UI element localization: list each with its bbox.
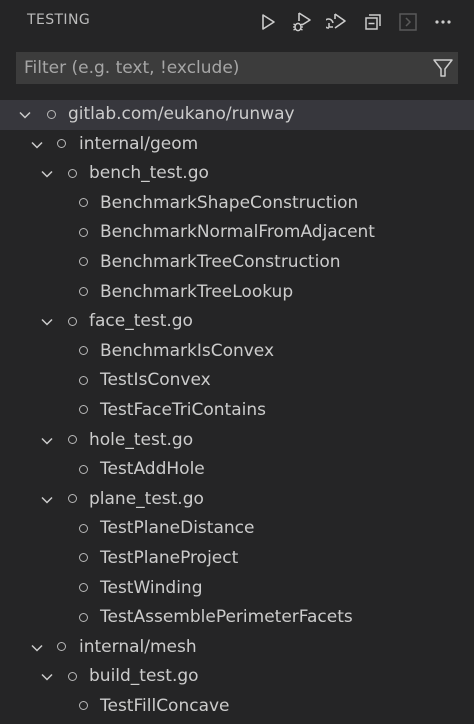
tree-item-label: build_test.go (89, 666, 199, 687)
test-status-unset-icon (57, 642, 66, 652)
tree-item-label: hole_test.go (89, 429, 194, 450)
chevron-down-icon[interactable] (30, 138, 44, 152)
run-all-icon (262, 14, 275, 30)
chevron-down-icon[interactable] (40, 434, 54, 448)
testing-panel-header: TESTING (0, 0, 474, 42)
tree-item-label: gitlab.com/eukano/runway (68, 104, 295, 124)
collapse-all-icon (365, 14, 381, 30)
tree-item-label: BenchmarkNormalFromAdjacent (100, 222, 375, 243)
debug-all-tests-button[interactable] (290, 10, 314, 34)
chevron-down-icon[interactable] (40, 493, 54, 507)
tree-group-row[interactable]: hole_test.go (0, 426, 474, 456)
tree-item-label: BenchmarkIsConvex (100, 340, 275, 361)
tree-item-label: TestPlaneProject (100, 547, 239, 568)
tree-group-row[interactable]: internal/mesh (0, 633, 474, 663)
test-status-unset-icon (68, 494, 77, 504)
show-output-button[interactable] (396, 10, 420, 34)
test-item-row[interactable]: TestPlaneProject (0, 544, 474, 574)
tree-group-row[interactable]: build_test.go (0, 662, 474, 692)
tree-group-row[interactable]: gitlab.com/eukano/runway (0, 100, 474, 130)
test-status-unset-icon (79, 553, 88, 563)
test-status-unset-icon (47, 109, 56, 119)
chevron-down-icon[interactable] (40, 167, 54, 181)
test-item-row[interactable]: TestAddHole (0, 455, 474, 485)
filter-button[interactable] (432, 57, 454, 79)
test-status-unset-icon (79, 198, 88, 208)
test-status-unset-icon (68, 435, 77, 445)
test-item-row[interactable]: TestWinding (0, 574, 474, 604)
debug-all-icon (293, 12, 311, 32)
funnel-icon (433, 59, 453, 77)
test-status-unset-icon (79, 287, 88, 297)
tree-item-label: TestAssemblePerimeterFacets (100, 607, 353, 628)
test-item-row[interactable]: BenchmarkIsConvex (0, 337, 474, 367)
test-status-unset-icon (68, 168, 77, 178)
test-status-unset-icon (79, 405, 88, 415)
tree-group-row[interactable]: internal/geom (0, 130, 474, 160)
test-status-unset-icon (79, 701, 88, 711)
test-status-unset-icon (79, 375, 88, 385)
test-status-unset-icon (79, 346, 88, 356)
test-status-unset-icon (79, 464, 88, 474)
test-status-unset-icon (79, 257, 88, 267)
chevron-down-icon[interactable] (18, 108, 32, 122)
tree-item-label: face_test.go (89, 311, 193, 332)
test-status-unset-icon (79, 583, 88, 592)
tree-item-label: BenchmarkTreeLookup (100, 281, 294, 302)
tree-group-row[interactable]: face_test.go (0, 307, 474, 337)
test-status-unset-icon (57, 139, 66, 149)
tree-item-label: TestAddHole (100, 459, 205, 480)
test-status-unset-icon (68, 316, 77, 326)
more-actions-button[interactable] (431, 10, 455, 34)
show-output-icon (399, 13, 417, 31)
test-item-row[interactable]: TestPlaneDistance (0, 514, 474, 544)
chevron-down-icon[interactable] (30, 641, 44, 655)
tree-item-label: bench_test.go (89, 163, 209, 184)
test-status-unset-icon (79, 227, 88, 237)
tree-item-label: TestFillConcave (100, 695, 230, 716)
panel-title: TESTING (27, 12, 91, 28)
collapse-all-button[interactable] (361, 10, 385, 34)
tree-item-label: internal/geom (79, 133, 199, 154)
run-all-tests-button[interactable] (256, 10, 280, 34)
test-item-row[interactable]: TestIsConvex (0, 366, 474, 396)
test-filter (16, 52, 458, 84)
more-actions-icon (435, 20, 451, 24)
test-item-row[interactable]: TestFaceTriContains (0, 396, 474, 426)
tree-item-label: TestPlaneDistance (100, 518, 255, 539)
test-item-row[interactable]: BenchmarkTreeLookup (0, 278, 474, 308)
tree-item-label: TestFaceTriContains (100, 399, 266, 420)
chevron-down-icon[interactable] (40, 315, 54, 329)
test-item-row[interactable]: BenchmarkTreeConstruction (0, 248, 474, 278)
tree-group-row[interactable]: bench_test.go (0, 159, 474, 189)
test-item-row[interactable]: TestFillConcave (0, 692, 474, 722)
test-status-unset-icon (68, 671, 77, 681)
tree-group-row[interactable]: plane_test.go (0, 485, 474, 515)
rerun-icon (326, 13, 346, 29)
test-item-row[interactable]: TestAssemblePerimeterFacets (0, 603, 474, 633)
test-status-unset-icon (79, 612, 88, 622)
chevron-down-icon[interactable] (40, 670, 54, 684)
tree-item-label: TestWinding (100, 577, 203, 598)
tree-item-label: internal/mesh (79, 636, 197, 657)
tree-item-label: plane_test.go (89, 488, 204, 509)
rerun-tests-button[interactable] (325, 10, 349, 34)
test-item-row[interactable]: BenchmarkShapeConstruction (0, 189, 474, 219)
test-tree: gitlab.com/eukano/runway internal/geom ben… (0, 100, 474, 721)
tree-item-label: BenchmarkShapeConstruction (100, 192, 359, 213)
tree-item-label: TestIsConvex (100, 370, 211, 391)
test-status-unset-icon (79, 523, 88, 533)
test-item-row[interactable]: BenchmarkNormalFromAdjacent (0, 218, 474, 248)
tree-item-label: BenchmarkTreeConstruction (100, 251, 341, 272)
filter-input[interactable] (16, 52, 458, 84)
